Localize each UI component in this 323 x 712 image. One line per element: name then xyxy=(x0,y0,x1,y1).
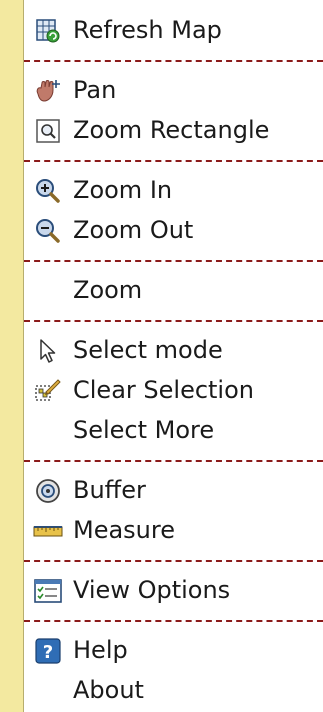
app-background: Refresh Map Pan Zoom Rectangle Zoom In Z… xyxy=(0,0,323,712)
menu-item-refresh-map[interactable]: Refresh Map xyxy=(24,11,323,51)
menu-item-label: Zoom Rectangle xyxy=(73,116,270,144)
menu-item-select-more[interactable]: Select More xyxy=(24,411,323,451)
menu-item-label: Select More xyxy=(73,416,215,444)
help-icon: ? xyxy=(32,637,64,665)
menu-item-label: Select mode xyxy=(73,336,223,364)
menu-item-pan[interactable]: Pan xyxy=(24,71,323,111)
menu-item-clear-selection[interactable]: Clear Selection xyxy=(24,371,323,411)
menu-item-label: Buffer xyxy=(73,476,146,504)
menu-item-label: Clear Selection xyxy=(73,376,254,404)
menu-item-label: Help xyxy=(73,636,128,664)
menu-separator xyxy=(24,260,323,262)
pan-hand-icon xyxy=(32,77,64,105)
select-arrow-icon xyxy=(32,337,64,365)
menu-separator xyxy=(24,320,323,322)
menu-separator xyxy=(24,60,323,62)
refresh-map-icon xyxy=(32,17,64,45)
menu-item-view-options[interactable]: View Options xyxy=(24,571,323,611)
menu-item-about[interactable]: About xyxy=(24,671,323,711)
menu-item-label: Refresh Map xyxy=(73,16,222,44)
zoom-in-icon xyxy=(32,177,64,205)
menu-item-buffer[interactable]: Buffer xyxy=(24,471,323,511)
menu-item-measure[interactable]: Measure xyxy=(24,511,323,551)
menu-item-label: About xyxy=(73,676,144,704)
clear-selection-icon xyxy=(32,377,64,405)
menu-item-zoom[interactable]: Zoom xyxy=(24,271,323,311)
svg-text:?: ? xyxy=(43,642,53,663)
view-options-icon xyxy=(32,577,64,605)
zoom-out-icon xyxy=(32,217,64,245)
menu-item-help[interactable]: ? Help xyxy=(24,631,323,671)
menu-item-label: View Options xyxy=(73,576,231,604)
menu-separator xyxy=(24,560,323,562)
menu-item-select-mode[interactable]: Select mode xyxy=(24,331,323,371)
context-menu: Refresh Map Pan Zoom Rectangle Zoom In Z… xyxy=(23,0,323,712)
buffer-icon xyxy=(32,477,64,505)
menu-item-label: Measure xyxy=(73,516,175,544)
menu-item-label: Zoom In xyxy=(73,176,173,204)
menu-item-zoom-rectangle[interactable]: Zoom Rectangle xyxy=(24,111,323,151)
menu-item-label: Zoom xyxy=(73,276,143,304)
menu-item-zoom-out[interactable]: Zoom Out xyxy=(24,211,323,251)
zoom-rectangle-icon xyxy=(32,117,64,145)
menu-item-label: Pan xyxy=(73,76,117,104)
menu-separator xyxy=(24,620,323,622)
menu-item-zoom-in[interactable]: Zoom In xyxy=(24,171,323,211)
ruler-icon xyxy=(32,517,64,545)
menu-item-label: Zoom Out xyxy=(73,216,194,244)
menu-separator xyxy=(24,160,323,162)
menu-separator xyxy=(24,460,323,462)
